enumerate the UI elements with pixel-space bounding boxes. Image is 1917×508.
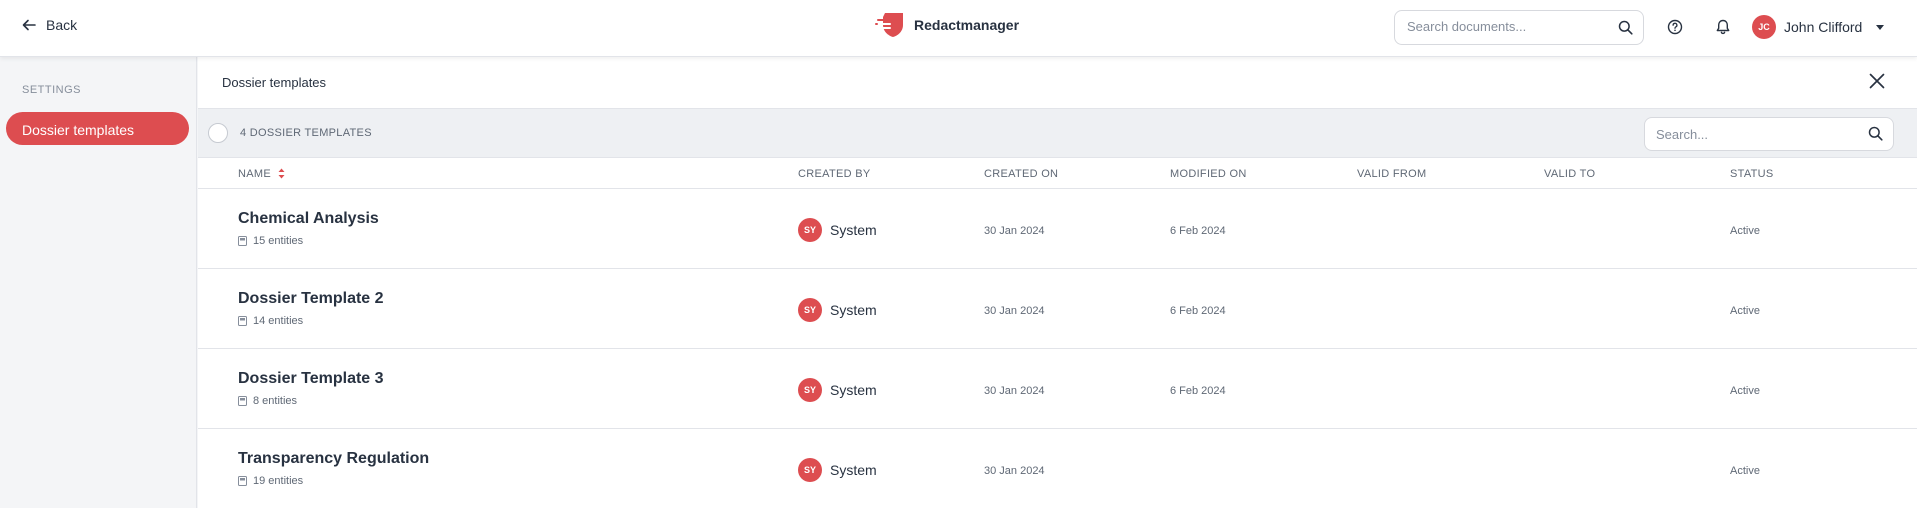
template-name: Chemical Analysis xyxy=(238,210,379,227)
status-label: Active xyxy=(1730,385,1760,397)
creator-name: System xyxy=(830,222,877,238)
entities-count: 14 entities xyxy=(238,315,303,327)
table-row[interactable]: Chemical Analysis 15 entities SY System … xyxy=(198,189,1917,269)
entities-icon xyxy=(238,476,247,486)
status-label: Active xyxy=(1730,225,1760,237)
status-label: Active xyxy=(1730,465,1760,477)
created-on: 30 Jan 2024 xyxy=(984,225,1045,237)
column-header-name[interactable]: NAME xyxy=(238,168,285,180)
created-by: SY System xyxy=(798,458,877,482)
table-search[interactable] xyxy=(1644,117,1894,151)
creator-name: System xyxy=(830,302,877,318)
back-label: Back xyxy=(46,17,78,33)
entities-label: 19 entities xyxy=(253,475,304,487)
table-row[interactable]: Dossier Template 2 14 entities SY System… xyxy=(198,269,1917,349)
entities-count: 19 entities xyxy=(238,475,303,487)
bell-icon[interactable] xyxy=(1713,17,1733,37)
entities-label: 8 entities xyxy=(253,395,298,407)
column-header-valid-to[interactable]: VALID TO xyxy=(1544,168,1595,180)
entities-icon xyxy=(238,396,247,406)
page-title: Dossier templates xyxy=(222,75,327,90)
logo-icon xyxy=(875,13,903,37)
templates-count: 4 DOSSIER TEMPLATES xyxy=(240,127,372,139)
avatar: SY xyxy=(798,378,822,402)
modified-on: 6 Feb 2024 xyxy=(1170,305,1226,317)
column-header-valid-from[interactable]: VALID FROM xyxy=(1357,168,1426,180)
status-label: Active xyxy=(1730,305,1760,317)
created-on: 30 Jan 2024 xyxy=(984,465,1045,477)
column-header-created-on[interactable]: CREATED ON xyxy=(984,168,1058,180)
created-by: SY System xyxy=(798,298,877,322)
sort-icon[interactable] xyxy=(278,168,285,179)
entities-label: 15 entities xyxy=(253,235,304,247)
table-row[interactable]: Dossier Template 3 8 entities SY System … xyxy=(198,349,1917,429)
top-bar: Back Redactmanager JC John Clifford xyxy=(0,0,1917,57)
creator-name: System xyxy=(830,382,877,398)
avatar: SY xyxy=(798,298,822,322)
column-header-modified-on[interactable]: MODIFIED ON xyxy=(1170,168,1247,180)
avatar: SY xyxy=(798,458,822,482)
created-by: SY System xyxy=(798,218,877,242)
column-header-label: NAME xyxy=(238,168,271,180)
sidebar-item-dossier-templates[interactable]: Dossier templates xyxy=(6,112,189,145)
search-input[interactable] xyxy=(1656,127,1856,142)
template-name: Transparency Regulation xyxy=(238,450,430,467)
entities-count: 15 entities xyxy=(238,235,303,247)
creator-name: System xyxy=(830,462,877,478)
user-menu[interactable]: JC John Clifford xyxy=(1752,15,1885,39)
brand: Redactmanager xyxy=(875,11,1019,39)
table-row[interactable]: Transparency Regulation 19 entities SY S… xyxy=(198,429,1917,508)
avatar: SY xyxy=(798,218,822,242)
entities-icon xyxy=(238,236,247,246)
modified-on: 6 Feb 2024 xyxy=(1170,385,1226,397)
arrow-left-icon xyxy=(22,19,36,31)
select-all-checkbox[interactable] xyxy=(208,123,228,143)
sidebar: SETTINGS Dossier templates xyxy=(0,57,197,508)
avatar: JC xyxy=(1752,15,1776,39)
main-content: Dossier templates 4 DOSSIER TEMPLATES NA… xyxy=(198,57,1917,508)
entities-label: 14 entities xyxy=(253,315,304,327)
help-icon[interactable] xyxy=(1665,17,1685,37)
search-icon[interactable] xyxy=(1868,126,1883,141)
template-name: Dossier Template 3 xyxy=(238,370,384,387)
global-search[interactable] xyxy=(1394,10,1644,45)
modified-on: 6 Feb 2024 xyxy=(1170,225,1226,237)
entities-icon xyxy=(238,316,247,326)
back-button[interactable]: Back xyxy=(22,17,77,33)
created-on: 30 Jan 2024 xyxy=(984,305,1045,317)
created-on: 30 Jan 2024 xyxy=(984,385,1045,397)
sidebar-heading: SETTINGS xyxy=(22,84,82,96)
column-header-status[interactable]: STATUS xyxy=(1730,168,1774,180)
table-header: NAME CREATED BY CREATED ON MODIFIED ON V… xyxy=(198,158,1917,189)
close-icon[interactable] xyxy=(1867,71,1887,91)
entities-count: 8 entities xyxy=(238,395,297,407)
search-icon[interactable] xyxy=(1618,20,1633,35)
table-toolbar: 4 DOSSIER TEMPLATES xyxy=(198,108,1917,158)
user-name: John Clifford xyxy=(1784,19,1863,35)
created-by: SY System xyxy=(798,378,877,402)
template-name: Dossier Template 2 xyxy=(238,290,384,307)
search-documents-input[interactable] xyxy=(1407,19,1607,34)
brand-name: Redactmanager xyxy=(914,17,1020,33)
page-header: Dossier templates xyxy=(198,57,1917,108)
column-header-created-by[interactable]: CREATED BY xyxy=(798,168,870,180)
chevron-down-icon xyxy=(1876,24,1885,30)
